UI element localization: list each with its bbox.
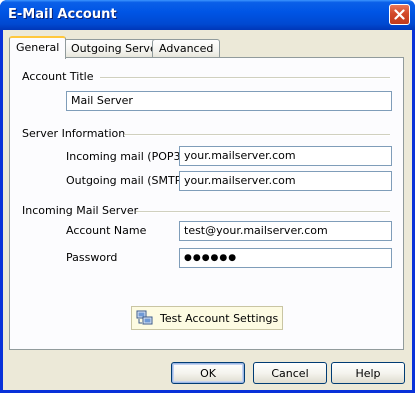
group-divider: [136, 211, 390, 213]
general-tab-panel: Account Title Mail Server Server Informa…: [9, 57, 404, 350]
ok-button[interactable]: OK: [171, 362, 245, 384]
outgoing-mail-label: Outgoing mail (SMTP): [66, 174, 186, 187]
outgoing-mail-input[interactable]: your.mailserver.com: [179, 171, 392, 191]
title-bar[interactable]: E-Mail Account: [0, 0, 415, 30]
group-divider: [124, 134, 390, 136]
tab-general[interactable]: General: [9, 36, 67, 59]
tab-advanced[interactable]: Advanced: [152, 39, 221, 58]
incoming-mail-server-group-label: Incoming Mail Server: [22, 204, 139, 217]
close-icon: [394, 9, 405, 20]
account-title-group-label: Account Title: [22, 70, 94, 83]
window-title: E-Mail Account: [8, 7, 117, 22]
dialog-client-area: General Outgoing Server Advanced Account…: [3, 30, 412, 390]
email-account-dialog: E-Mail Account General Outgoing Server A…: [0, 0, 415, 393]
incoming-mail-input[interactable]: your.mailserver.com: [179, 146, 392, 166]
incoming-mail-label: Incoming mail (POP3): [66, 150, 185, 163]
password-input[interactable]: ●●●●●●: [179, 248, 392, 268]
group-divider: [100, 77, 390, 79]
test-settings-icon: [136, 310, 153, 325]
test-account-settings-label: Test Account Settings: [160, 311, 279, 325]
test-account-settings-button[interactable]: Test Account Settings: [131, 306, 283, 330]
password-label: Password: [66, 251, 118, 264]
account-name-input[interactable]: test@your.mailserver.com: [179, 221, 392, 241]
close-button[interactable]: [389, 4, 410, 25]
account-name-label: Account Name: [66, 224, 147, 237]
help-button[interactable]: Help: [331, 362, 405, 384]
cancel-button[interactable]: Cancel: [253, 362, 327, 384]
account-title-input[interactable]: Mail Server: [66, 91, 392, 111]
server-information-group-label: Server Information: [22, 127, 126, 140]
